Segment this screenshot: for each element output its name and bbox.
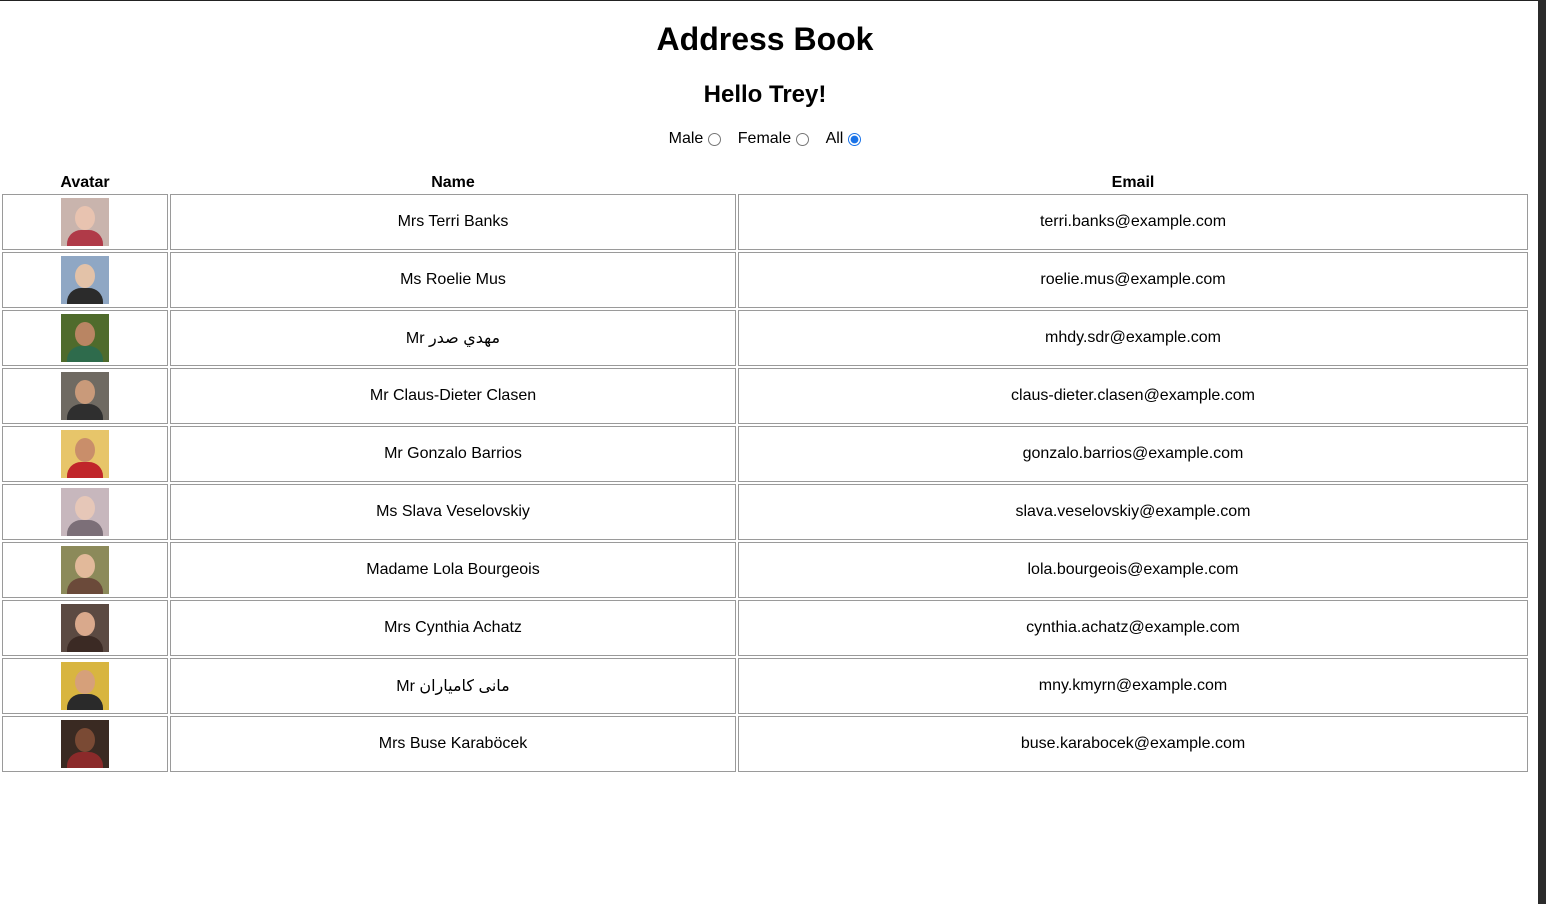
filter-female-option[interactable]: Female — [737, 130, 810, 148]
avatar-cell — [2, 426, 168, 482]
avatar-face — [75, 728, 95, 752]
contact-email: mny.kmyrn@example.com — [738, 658, 1528, 714]
table-row: Madame Lola Bourgeois lola.bourgeois@exam… — [2, 542, 1528, 598]
contacts-table: Avatar Name Email Mrs Terri Banks terri.b… — [0, 171, 1530, 774]
avatar-cell — [2, 310, 168, 366]
avatar-cell — [2, 252, 168, 308]
avatar-cell — [2, 542, 168, 598]
contact-email: lola.bourgeois@example.com — [738, 542, 1528, 598]
avatar-face — [75, 438, 95, 462]
filter-male-option[interactable]: Male — [669, 130, 722, 148]
filter-female-radio[interactable] — [796, 132, 810, 146]
contact-email: cynthia.achatz@example.com — [738, 600, 1528, 656]
name-column-header: Name — [431, 174, 475, 191]
contact-name: Mr مانی کامیاران — [170, 658, 736, 714]
avatar-body — [67, 578, 103, 594]
avatar-cell — [2, 484, 168, 540]
avatar-face — [75, 264, 95, 288]
avatar — [61, 430, 109, 478]
page-viewport: Address Book Hello Trey! Male Female All… — [0, 0, 1538, 904]
avatar-face — [75, 554, 95, 578]
avatar-face — [75, 496, 95, 520]
avatar-face — [75, 206, 95, 230]
contact-name: Mr Gonzalo Barrios — [170, 426, 736, 482]
contact-email: slava.veselovskiy@example.com — [738, 484, 1528, 540]
avatar — [61, 546, 109, 594]
avatar-body — [67, 230, 103, 246]
avatar-body — [67, 288, 103, 304]
avatar-face — [75, 612, 95, 636]
contact-email: claus-dieter.clasen@example.com — [738, 368, 1528, 424]
table-row: Mrs Cynthia Achatz cynthia.achatz@example… — [2, 600, 1528, 656]
filter-all-label: All — [825, 130, 844, 147]
greeting-heading: Hello Trey! — [703, 81, 827, 108]
contact-name: Mr مهدي صدر — [170, 310, 736, 366]
avatar — [61, 198, 109, 246]
contact-name: Mrs Cynthia Achatz — [170, 600, 736, 656]
contact-email: gonzalo.barrios@example.com — [738, 426, 1528, 482]
avatar-body — [67, 752, 103, 768]
contact-name: Madame Lola Bourgeois — [170, 542, 736, 598]
avatar — [61, 488, 109, 536]
contact-name: Ms Roelie Mus — [170, 252, 736, 308]
avatar — [61, 256, 109, 304]
avatar-column-header: Avatar — [60, 174, 110, 191]
avatar-body — [67, 462, 103, 478]
contact-email: roelie.mus@example.com — [738, 252, 1528, 308]
avatar — [61, 720, 109, 768]
table-row: Ms Slava Veselovskiy slava.veselovskiy@ex… — [2, 484, 1528, 540]
page-title: Address Book — [656, 21, 874, 57]
avatar-cell — [2, 368, 168, 424]
avatar — [61, 662, 109, 710]
avatar-face — [75, 670, 95, 694]
contact-name: Mr Claus-Dieter Clasen — [170, 368, 736, 424]
avatar-cell — [2, 194, 168, 250]
table-row: Mr Gonzalo Barrios gonzalo.barrios@exampl… — [2, 426, 1528, 482]
filter-all-radio[interactable] — [848, 132, 862, 146]
window-edge — [1538, 0, 1546, 904]
filter-male-radio[interactable] — [708, 132, 722, 146]
filter-female-label: Female — [737, 130, 792, 147]
contact-email: buse.karabocek@example.com — [738, 716, 1528, 772]
avatar-body — [67, 520, 103, 536]
table-row: Mr مانی کامیاران mny.kmyrn@example.com — [2, 658, 1528, 714]
table-header-row: Avatar Name Email — [2, 173, 1528, 192]
gender-filter: Male Female All — [0, 130, 1530, 148]
avatar — [61, 604, 109, 652]
avatar-body — [67, 346, 103, 362]
avatar-face — [75, 322, 95, 346]
table-row: Mrs Buse Karaböcek buse.karabocek@example… — [2, 716, 1528, 772]
contacts-table-body: Mrs Terri Banks terri.banks@example.com Ms… — [2, 194, 1528, 772]
avatar-cell — [2, 658, 168, 714]
filter-all-option[interactable]: All — [826, 130, 862, 148]
avatar-face — [75, 380, 95, 404]
avatar — [61, 372, 109, 420]
avatar-cell — [2, 716, 168, 772]
avatar-body — [67, 636, 103, 652]
table-row: Mrs Terri Banks terri.banks@example.com — [2, 194, 1528, 250]
table-row: Mr Claus-Dieter Clasen claus-dieter.clase… — [2, 368, 1528, 424]
avatar — [61, 314, 109, 362]
table-row: Ms Roelie Mus roelie.mus@example.com — [2, 252, 1528, 308]
filter-male-label: Male — [668, 130, 704, 147]
avatar-body — [67, 404, 103, 420]
table-row: Mr مهدي صدر mhdy.sdr@example.com — [2, 310, 1528, 366]
email-column-header: Email — [1111, 174, 1155, 191]
avatar-body — [67, 694, 103, 710]
contact-name: Mrs Terri Banks — [170, 194, 736, 250]
contact-email: terri.banks@example.com — [738, 194, 1528, 250]
avatar-cell — [2, 600, 168, 656]
contact-name: Mrs Buse Karaböcek — [170, 716, 736, 772]
contact-name: Ms Slava Veselovskiy — [170, 484, 736, 540]
contact-email: mhdy.sdr@example.com — [738, 310, 1528, 366]
